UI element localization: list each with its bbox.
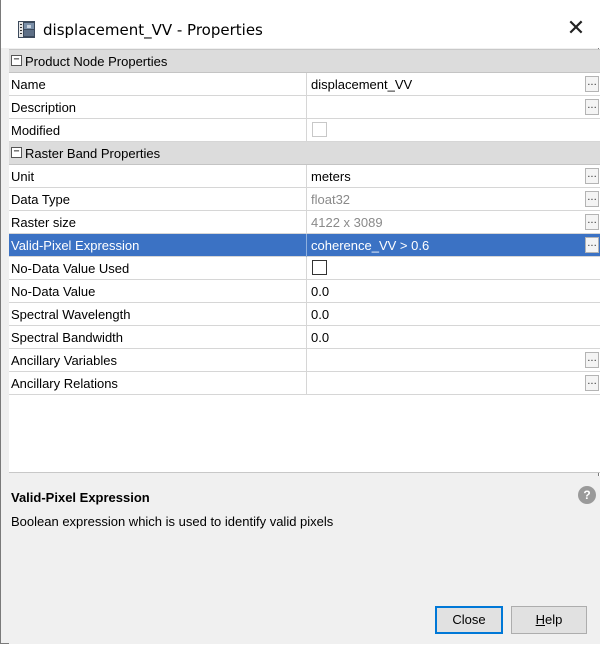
ellipsis-button[interactable]: ... [585,99,599,115]
ellipsis-button[interactable]: ... [585,76,599,92]
property-value: 4122 x 3089 [311,215,383,230]
ellipsis-button[interactable]: ... [585,214,599,230]
section-product-node-properties[interactable]: − Product Node Properties [9,50,600,73]
property-value[interactable]: 0.0 [311,330,329,345]
property-value[interactable]: meters [311,169,351,184]
property-row-ancillary-variables[interactable]: Ancillary Variables ... [9,349,600,372]
ellipsis-button[interactable]: ... [585,352,599,368]
property-key: Raster size [11,215,77,230]
no-data-used-checkbox[interactable] [312,260,327,275]
column-divider [306,372,307,395]
raster-band-icon [18,21,35,38]
ellipsis-button[interactable]: ... [585,191,599,207]
column-divider [306,73,307,96]
property-key: Ancillary Relations [11,376,118,391]
property-key: Description [11,100,77,115]
property-row-no-data-value[interactable]: No-Data Value 0.0 [9,280,600,303]
ellipsis-button[interactable]: ... [585,168,599,184]
column-divider [306,280,307,303]
help-label: elp [545,612,563,627]
column-divider [306,165,307,188]
property-key: Name [11,77,46,92]
section-label: Product Node Properties [25,54,168,69]
property-key: Unit [11,169,35,184]
property-row-ancillary-relations[interactable]: Ancillary Relations ... [9,372,600,395]
modified-checkbox [312,122,327,137]
column-divider [306,119,307,142]
close-button[interactable]: Close [435,606,503,634]
description-text: Boolean expression which is used to iden… [11,514,334,529]
property-key: Data Type [11,192,71,207]
properties-dialog: displacement_VV - Properties ✕ − Product… [0,0,600,644]
property-key: Ancillary Variables [11,353,117,368]
property-value[interactable]: displacement_VV [311,77,412,92]
property-row-data-type[interactable]: Data Type float32 ... [9,188,600,211]
property-row-valid-pixel-expression[interactable]: Valid-Pixel Expression coherence_VV > 0.… [9,234,600,257]
column-divider [306,303,307,326]
property-sheet: − Product Node Properties Name displacem… [9,49,600,473]
ellipsis-button[interactable]: ... [585,237,599,253]
property-row-modified[interactable]: Modified [9,119,600,142]
property-value[interactable]: 0.0 [311,284,329,299]
property-value[interactable]: 0.0 [311,307,329,322]
close-icon[interactable]: ✕ [561,14,591,44]
property-row-spectral-wavelength[interactable]: Spectral Wavelength 0.0 [9,303,600,326]
window-title: displacement_VV - Properties [43,21,263,39]
ellipsis-button[interactable]: ... [585,375,599,391]
description-title: Valid-Pixel Expression [11,490,150,505]
column-divider [306,257,307,280]
property-row-unit[interactable]: Unit meters ... [9,165,600,188]
help-mnemonic: H [535,612,546,627]
property-value[interactable]: coherence_VV > 0.6 [311,238,429,253]
help-icon[interactable]: ? [578,486,596,504]
property-key: No-Data Value [11,284,96,299]
property-key: Valid-Pixel Expression [11,238,140,253]
column-divider [306,188,307,211]
property-key: Modified [11,123,61,138]
property-row-name[interactable]: Name displacement_VV ... [9,73,600,96]
column-divider [306,234,307,257]
property-row-description[interactable]: Description ... [9,96,600,119]
collapse-icon[interactable]: − [11,147,22,158]
property-row-spectral-bandwidth[interactable]: Spectral Bandwidth 0.0 [9,326,600,349]
property-key: Spectral Wavelength [11,307,131,322]
column-divider [306,326,307,349]
property-key: Spectral Bandwidth [11,330,124,345]
section-label: Raster Band Properties [25,146,161,161]
section-raster-band-properties[interactable]: − Raster Band Properties [9,142,600,165]
collapse-icon[interactable]: − [11,55,22,66]
title-bar: displacement_VV - Properties ✕ [1,0,599,48]
property-row-raster-size[interactable]: Raster size 4122 x 3089 ... [9,211,600,234]
property-value: float32 [311,192,351,207]
help-button[interactable]: Help [511,606,587,634]
property-row-no-data-value-used[interactable]: No-Data Value Used [9,257,600,280]
column-divider [306,211,307,234]
column-divider [306,96,307,119]
property-key: No-Data Value Used [11,261,130,276]
column-divider [306,349,307,372]
